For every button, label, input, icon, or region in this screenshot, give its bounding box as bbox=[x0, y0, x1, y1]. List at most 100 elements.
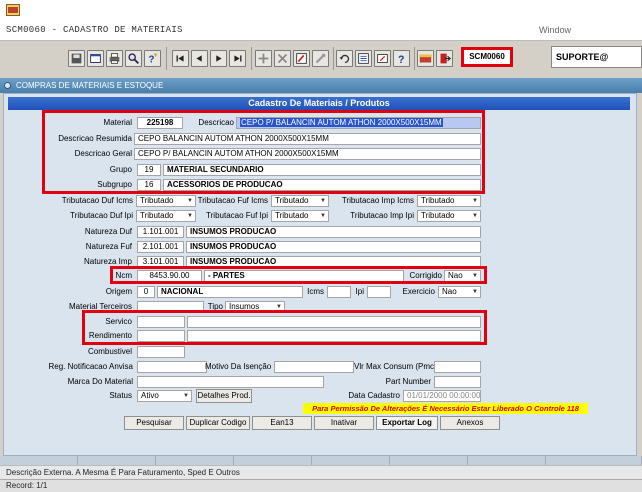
trib-fuf-icms-select[interactable]: Tributado ▼ bbox=[271, 195, 329, 207]
help-icon[interactable]: ? bbox=[393, 50, 410, 67]
window-menu[interactable]: Window bbox=[539, 25, 571, 35]
help-query-icon[interactable]: ? bbox=[144, 50, 161, 67]
print-icon[interactable] bbox=[106, 50, 123, 67]
tab[interactable] bbox=[78, 456, 156, 465]
trib-fuf-icms-value: Tributado bbox=[275, 196, 309, 205]
edit-field-icon[interactable] bbox=[374, 50, 391, 67]
chevron-down-icon: ▼ bbox=[185, 196, 195, 206]
descricao-geral-label: Descricao Geral bbox=[74, 149, 132, 158]
detalhes-prod-button[interactable]: Detalhes Prod. bbox=[196, 389, 252, 403]
chevron-down-icon: ▼ bbox=[274, 302, 284, 312]
natureza-duf-code-field[interactable]: 1.101.001 bbox=[137, 226, 184, 238]
natureza-fuf-code-field[interactable]: 2.101.001 bbox=[137, 241, 184, 253]
origem-label: Origem bbox=[105, 287, 132, 296]
corrigido-select[interactable]: Nao ▼ bbox=[444, 270, 481, 282]
permission-notice: Para Permissão De Alterações É Necessári… bbox=[303, 403, 588, 414]
trib-duf-ipi-select[interactable]: Tributado ▼ bbox=[136, 210, 196, 222]
trib-imp-icms-label: Tributacao Imp Icms bbox=[341, 196, 414, 205]
status-message: Descrição Externa. A Mesma É Para Fatura… bbox=[0, 465, 642, 479]
part-number-field[interactable] bbox=[434, 376, 481, 388]
marca-label: Marca Do Material bbox=[67, 377, 133, 386]
trib-imp-icms-select[interactable]: Tributado ▼ bbox=[417, 195, 481, 207]
part-number-label: Part Number bbox=[385, 377, 431, 386]
first-record-icon[interactable] bbox=[172, 50, 189, 67]
save-icon[interactable] bbox=[68, 50, 85, 67]
descricao-field[interactable]: CEPO P/ BALANCIN AUTOM ATHON 2000X500X15… bbox=[236, 117, 481, 129]
material-field[interactable]: 225198 bbox=[137, 117, 183, 129]
chevron-down-icon: ▼ bbox=[318, 211, 328, 221]
ncm-code-field[interactable]: 8453.90.00 bbox=[137, 270, 202, 282]
status-label: Status bbox=[109, 391, 132, 400]
exit-icon[interactable] bbox=[436, 50, 453, 67]
ean13-button[interactable]: Ean13 bbox=[252, 416, 312, 430]
marca-field[interactable] bbox=[137, 376, 324, 388]
corrigido-value: Nao bbox=[448, 271, 463, 280]
trib-fuf-ipi-label: Tributacao Fuf Ipi bbox=[206, 211, 268, 220]
tab[interactable] bbox=[234, 456, 312, 465]
origem-code-field[interactable]: 0 bbox=[137, 286, 155, 298]
combustivel-field[interactable] bbox=[137, 346, 185, 358]
natureza-imp-name-field: INSUMOS PRODUCAO bbox=[186, 256, 481, 268]
chevron-down-icon: ▼ bbox=[470, 271, 480, 281]
window-icon[interactable] bbox=[87, 50, 104, 67]
vlr-max-consum-field[interactable] bbox=[434, 361, 481, 373]
form-title: Cadastro De Materiais / Produtos bbox=[8, 97, 630, 110]
app-icon bbox=[6, 4, 20, 16]
list-values-icon[interactable] bbox=[355, 50, 372, 67]
ncm-name-field: - PARTES bbox=[204, 270, 404, 282]
reg-anvisa-field[interactable] bbox=[137, 361, 207, 373]
grupo-code-field[interactable]: 19 bbox=[137, 164, 161, 176]
trib-imp-ipi-select[interactable]: Tributado ▼ bbox=[417, 210, 481, 222]
inativar-button[interactable]: Inativar bbox=[314, 416, 374, 430]
tab[interactable] bbox=[546, 456, 642, 465]
tipo-value: Insumos bbox=[229, 302, 260, 311]
next-record-icon[interactable] bbox=[210, 50, 227, 67]
icms-field[interactable] bbox=[327, 286, 351, 298]
duplicar-codigo-button[interactable]: Duplicar Codigo bbox=[186, 416, 250, 430]
menu-icon[interactable] bbox=[417, 50, 434, 67]
status-select[interactable]: Ativo ▼ bbox=[137, 390, 192, 402]
trib-fuf-ipi-select[interactable]: Tributado ▼ bbox=[271, 210, 329, 222]
rendimento-label: Rendimento bbox=[88, 331, 132, 340]
toolbar-separator bbox=[251, 47, 252, 70]
delete-record-icon[interactable] bbox=[274, 50, 291, 67]
subgrupo-name-field: ACESSORIOS DE PRODUCAO bbox=[163, 179, 481, 191]
trib-duf-icms-label: Tributacao Duf Icms bbox=[61, 196, 133, 205]
servico-code-field[interactable] bbox=[137, 316, 185, 328]
undo-icon[interactable] bbox=[336, 50, 353, 67]
last-record-icon[interactable] bbox=[229, 50, 246, 67]
insert-record-icon[interactable] bbox=[255, 50, 272, 67]
tools-icon[interactable] bbox=[312, 50, 329, 67]
ipi-field[interactable] bbox=[367, 286, 391, 298]
trib-imp-ipi-label: Tributacao Imp Ipi bbox=[350, 211, 414, 220]
descricao-geral-field[interactable]: CEPO P/ BALANCIN AUTOM ATHON 2000X500X15… bbox=[134, 148, 481, 160]
tab[interactable] bbox=[0, 456, 78, 465]
tab[interactable] bbox=[390, 456, 468, 465]
material-terceiros-field[interactable] bbox=[137, 301, 204, 313]
subgrupo-code-field[interactable]: 16 bbox=[137, 179, 161, 191]
status-value: Ativo bbox=[141, 391, 159, 400]
anexos-button[interactable]: Anexos bbox=[440, 416, 500, 430]
edit-record-icon[interactable] bbox=[293, 50, 310, 67]
tab[interactable] bbox=[312, 456, 390, 465]
natureza-imp-code-field[interactable]: 3.101.001 bbox=[137, 256, 184, 268]
corrigido-label: Corrigido bbox=[409, 271, 442, 280]
trib-duf-icms-select[interactable]: Tributado ▼ bbox=[136, 195, 196, 207]
exercicio-select[interactable]: Nao ▼ bbox=[438, 286, 481, 298]
motivo-isencao-field[interactable] bbox=[274, 361, 354, 373]
natureza-imp-label: Natureza Imp bbox=[83, 257, 132, 266]
rendimento-code-field[interactable] bbox=[137, 330, 185, 342]
tab[interactable] bbox=[156, 456, 234, 465]
exportar-log-button[interactable]: Exportar Log bbox=[376, 416, 438, 430]
query-icon[interactable] bbox=[125, 50, 142, 67]
tipo-select[interactable]: Insumos ▼ bbox=[225, 301, 285, 313]
chevron-down-icon: ▼ bbox=[470, 287, 480, 297]
origem-name-field: NACIONAL bbox=[157, 286, 303, 298]
tab[interactable] bbox=[468, 456, 546, 465]
exercicio-label: Exercicio bbox=[402, 287, 435, 296]
descricao-resumida-field[interactable]: CEPO BALANCIN AUTOM ATHON 2000X500X15MM bbox=[134, 133, 481, 145]
ipi-label: Ipi bbox=[355, 287, 364, 296]
pesquisar-button[interactable]: Pesquisar bbox=[124, 416, 184, 430]
prev-record-icon[interactable] bbox=[191, 50, 208, 67]
motivo-isencao-label: Motivo Da Isenção bbox=[205, 362, 272, 371]
